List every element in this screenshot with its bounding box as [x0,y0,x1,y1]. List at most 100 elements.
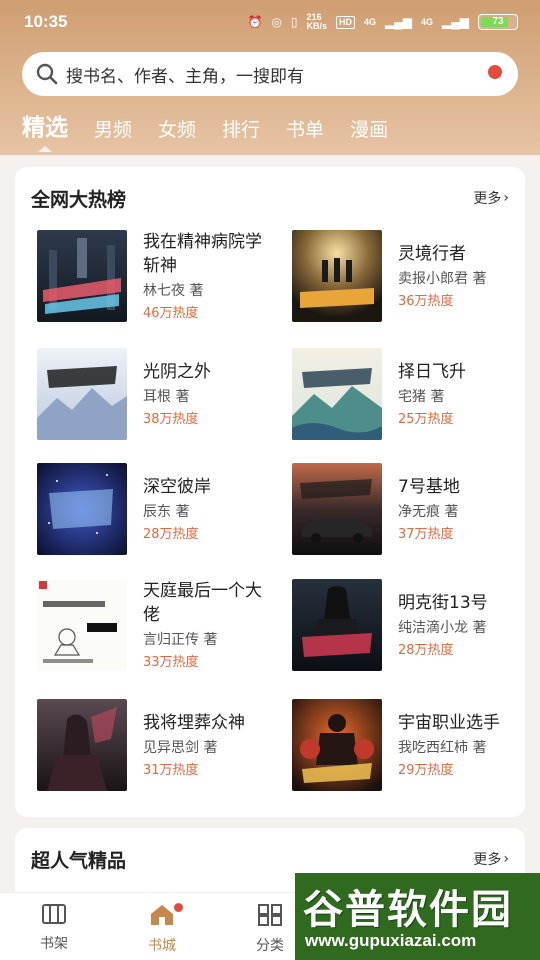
book-item[interactable]: 我在精神病院学斩神 林七夜 著 46万热度 [37,230,277,322]
book-info: 我将埋葬众神 见异思剑 著 31万热度 [143,699,273,791]
book-cover [292,579,382,671]
book-title: 光阴之外 [143,362,211,382]
book-cover [37,579,127,671]
book-item[interactable]: 择日飞升 宅猪 著 25万热度 [292,348,532,440]
book-cover [37,699,127,791]
watermark-logo: 谷普软件园 www.gupuxiazai.com [295,873,540,960]
book-cover [292,699,382,791]
book-cover [292,463,382,555]
book-author: 耳根 著 [143,389,190,405]
book-heat: 31万热度 [143,763,199,778]
tab-ranking[interactable]: 排行 [222,115,260,152]
book-cover [37,230,127,322]
chevron-right-icon: › [503,190,509,206]
tab-female[interactable]: 女频 [158,115,196,152]
tab-male[interactable]: 男频 [94,115,132,152]
search-bar[interactable]: 搜书名、作者、主角，一搜即有 [22,52,518,96]
book-item[interactable]: 光阴之外 耳根 著 38万热度 [37,348,277,440]
book-cover [37,463,127,555]
net-speed: 216 KB/s [307,13,328,31]
hot-list-header: 全网大热榜 更多 › [31,183,509,213]
popular-more-button[interactable]: 更多 › [473,849,509,869]
book-title: 明克街13号 [398,593,488,613]
book-author: 卖报小郎君 著 [398,271,487,287]
book-item[interactable]: 明克街13号 纯洁滴小龙 著 28万热度 [292,579,532,671]
signal-icon: ▂▄▆ [385,15,413,29]
location-icon: ◎ [271,15,282,29]
nav-label: 书架 [40,936,68,952]
book-title: 择日飞升 [398,362,466,382]
book-item[interactable]: 7号基地 净无痕 著 37万热度 [292,463,532,555]
book-title: 宇宙职业选手 [398,713,500,733]
signal-icon-2: ▂▄▆ [442,15,469,29]
book-info: 天庭最后一个大佬 言归正传 著 33万热度 [143,579,273,671]
book-title: 我将埋葬众神 [143,713,245,733]
book-author: 林七夜 著 [143,283,204,299]
battery-icon: 73 [478,14,518,30]
book-author: 辰东 著 [143,504,190,520]
book-heat: 37万热度 [398,527,454,542]
book-cover [292,230,382,322]
book-info: 光阴之外 耳根 著 38万热度 [143,348,273,440]
tab-comics[interactable]: 漫画 [350,115,388,152]
hd-badge: HD [336,15,356,29]
net-speed-unit: KB/s [306,21,328,31]
book-title: 我在精神病院学斩神 [143,232,262,276]
alarm-icon: ⏰ [247,15,263,29]
book-info: 灵境行者 卖报小郎君 著 36万热度 [398,230,528,322]
category-icon [258,904,282,926]
status-bar: 10:35 ⏰ ◎ ▯ 216 KB/s HD 4G ▂▄▆ 4G ▂▄▆ 73 [0,0,540,46]
book-item[interactable]: 灵境行者 卖报小郎君 著 36万热度 [292,230,532,322]
book-info: 明克街13号 纯洁滴小龙 著 28万热度 [398,579,528,671]
book-info: 我在精神病院学斩神 林七夜 著 46万热度 [143,230,273,322]
nav-label: 书城 [148,938,176,954]
tab-featured[interactable]: 精选 [22,108,68,152]
more-label: 更多 [473,191,502,207]
book-author: 见异思剑 著 [143,740,218,756]
hot-list-title: 全网大热榜 [31,188,127,211]
book-info: 深空彼岸 辰东 著 28万热度 [143,463,273,555]
hot-list-more-button[interactable]: 更多 › [473,188,509,208]
book-info: 7号基地 净无痕 著 37万热度 [398,463,528,555]
book-info: 宇宙职业选手 我吃西红柿 著 29万热度 [398,699,528,791]
category-tabs: 精选 男频 女频 排行 书单 漫画 [22,108,414,152]
book-author: 言归正传 著 [143,632,218,648]
book-info: 择日飞升 宅猪 著 25万热度 [398,348,528,440]
chevron-right-icon: › [503,851,509,867]
battery-level: 73 [492,16,504,27]
book-heat: 25万热度 [398,412,454,427]
notification-dot [172,901,185,914]
notification-dot[interactable] [488,65,502,79]
book-heat: 33万热度 [143,655,199,670]
book-item[interactable]: 深空彼岸 辰东 著 28万热度 [37,463,277,555]
book-heat: 38万热度 [143,412,199,427]
nav-bookshelf[interactable]: 书架 [19,903,89,953]
book-heat: 46万热度 [143,306,199,321]
book-heat: 36万热度 [398,294,454,309]
signal-4g-2: 4G [421,16,434,27]
book-title: 7号基地 [398,477,460,497]
book-author: 纯洁滴小龙 著 [398,620,487,636]
bookshelf-icon [42,904,66,924]
tab-booklist[interactable]: 书单 [286,115,324,152]
book-item[interactable]: 天庭最后一个大佬 言归正传 著 33万热度 [37,579,277,671]
book-cover [292,348,382,440]
status-time: 10:35 [24,12,68,31]
more-label: 更多 [473,852,502,868]
book-author: 我吃西红柿 著 [398,740,487,756]
book-item[interactable]: 宇宙职业选手 我吃西红柿 著 29万热度 [292,699,532,791]
book-heat: 28万热度 [398,643,454,658]
book-heat: 29万热度 [398,763,454,778]
popular-header: 超人气精品 更多 › [31,844,509,874]
book-cover [37,348,127,440]
watermark-title: 谷普软件园 [303,887,513,933]
book-heat: 28万热度 [143,527,199,542]
status-icons: ⏰ ◎ ▯ 216 KB/s HD 4G ▂▄▆ 4G ▂▄▆ 73 [247,13,518,31]
watermark-url: www.gupuxiazai.com [305,931,477,950]
book-author: 宅猪 著 [398,389,445,405]
nav-bookstore[interactable]: 书城 [127,901,197,955]
book-item[interactable]: 我将埋葬众神 见异思剑 著 31万热度 [37,699,277,791]
book-title: 天庭最后一个大佬 [143,581,262,625]
search-icon [36,63,58,85]
book-title: 灵境行者 [398,244,466,264]
